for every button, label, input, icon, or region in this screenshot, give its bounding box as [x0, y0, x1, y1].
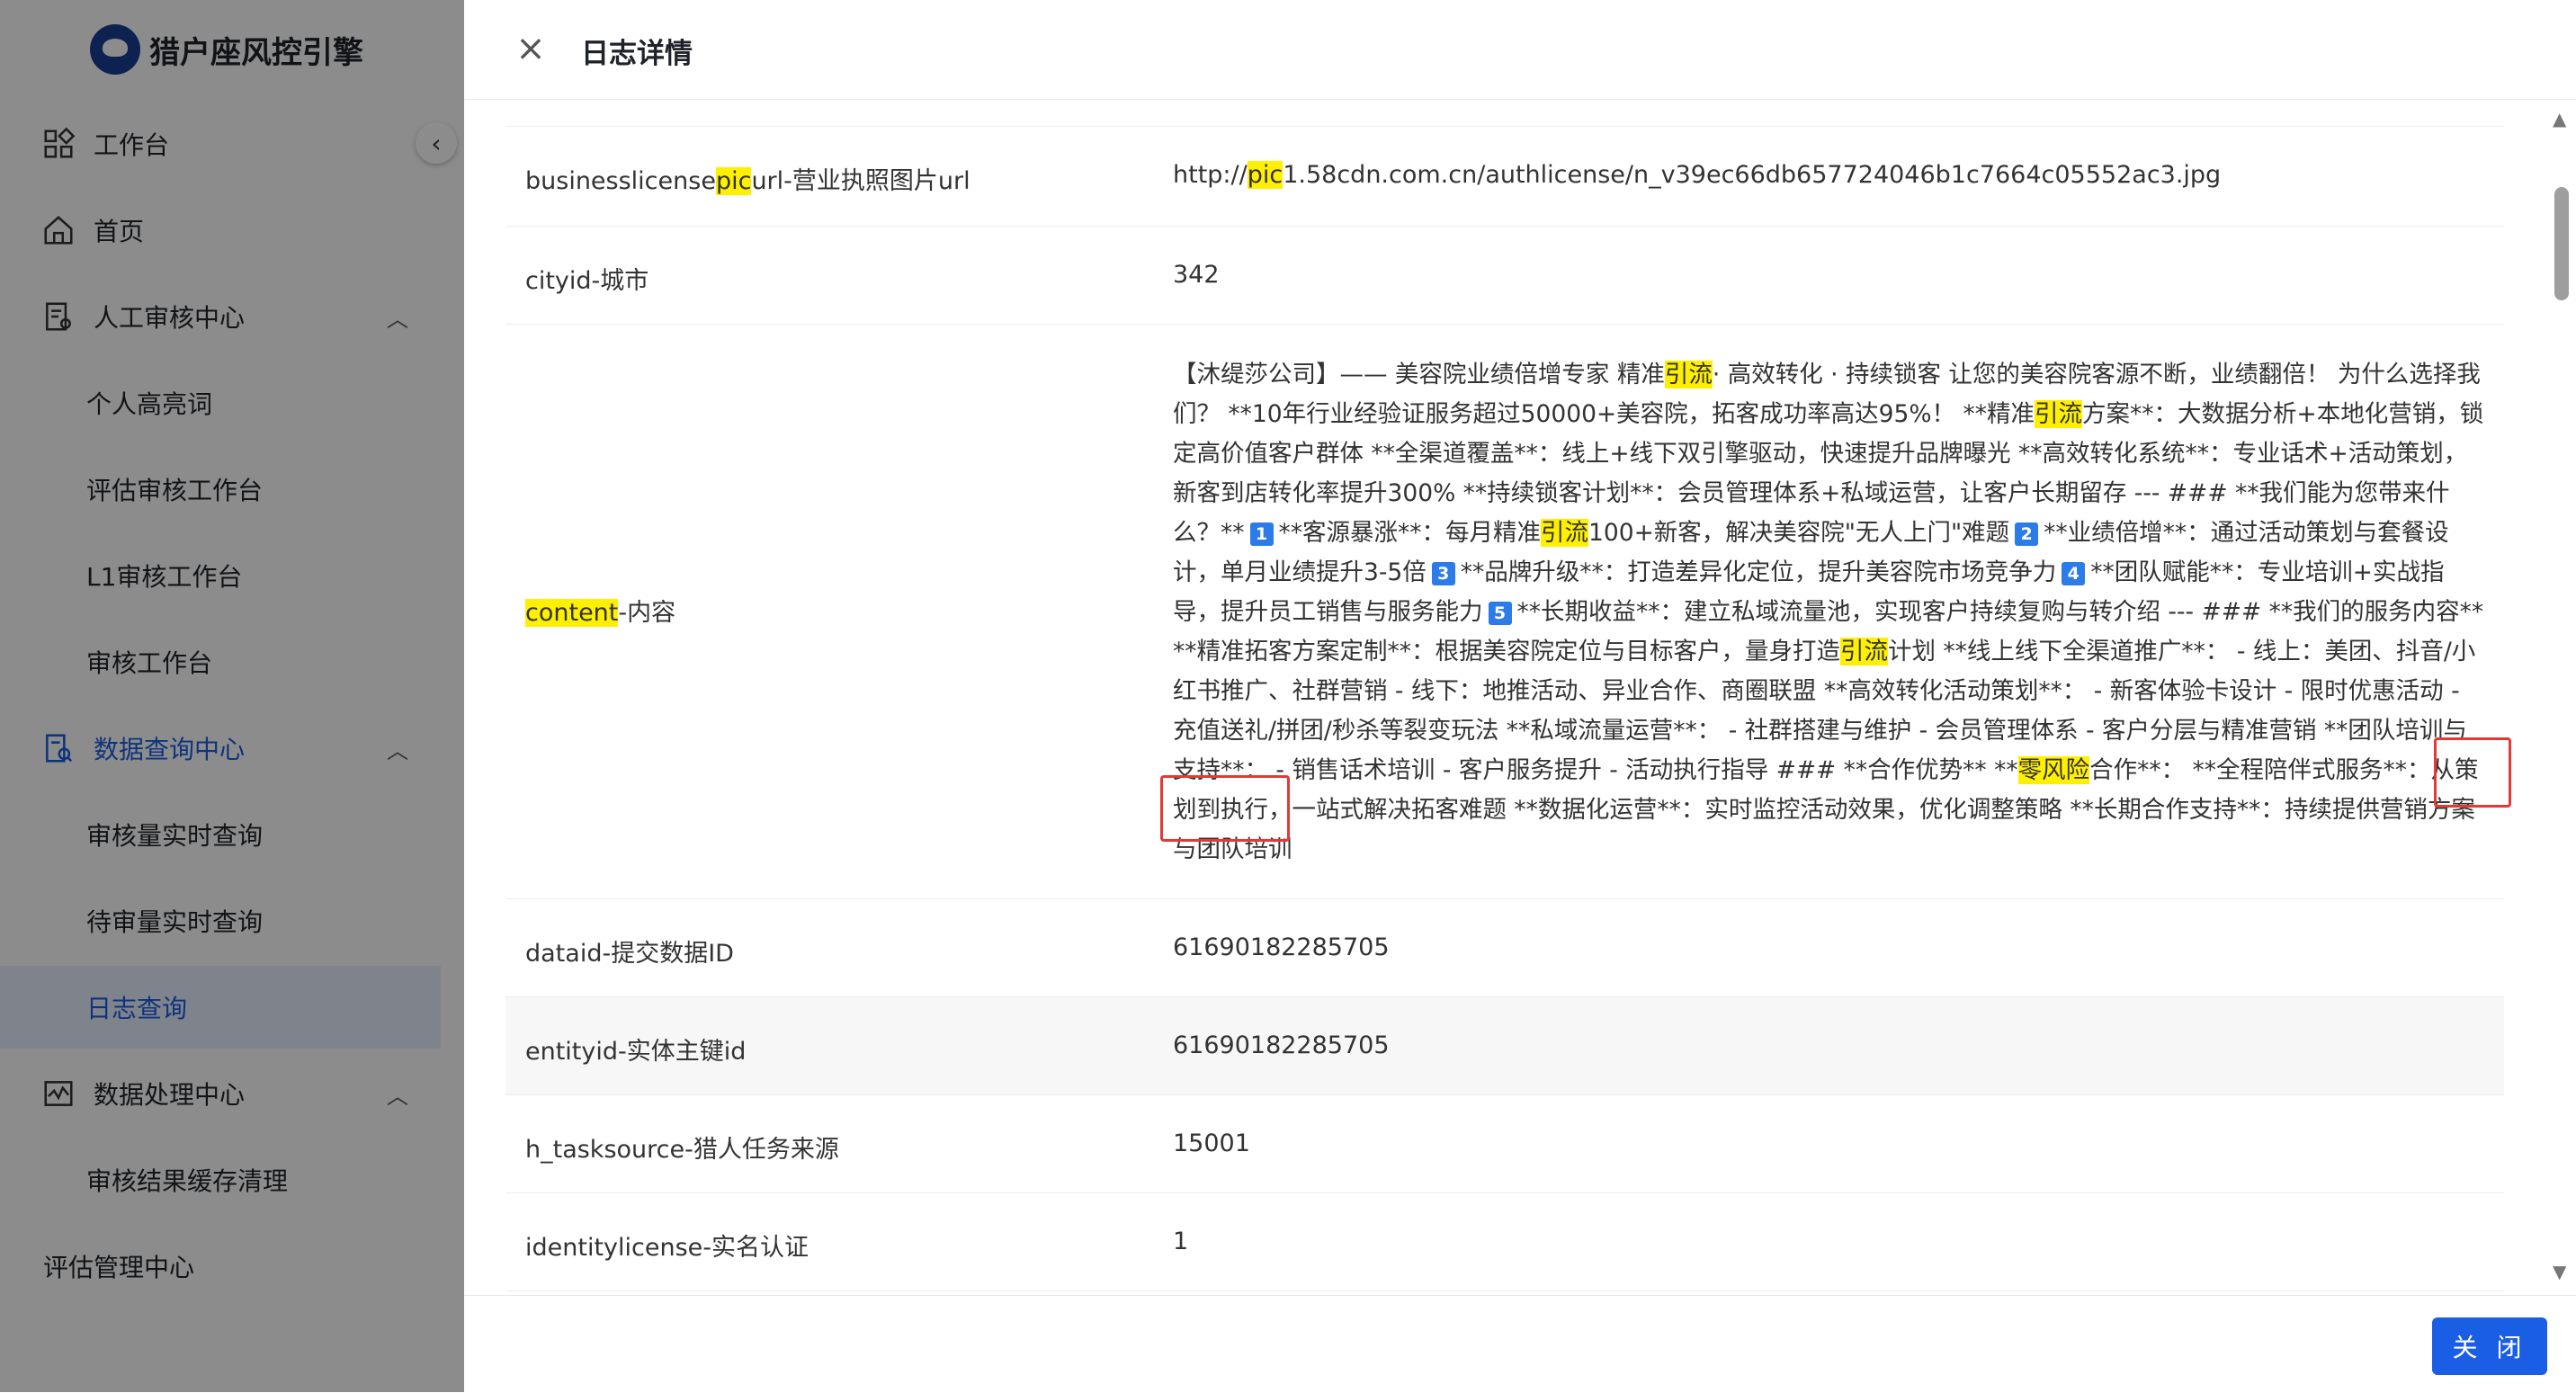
- row-key: dataid-提交数据ID: [525, 940, 734, 968]
- value-text: 1.58cdn.com.cn/authlicense/n_v39ec66db65…: [1283, 161, 2222, 189]
- highlight-word: 引流: [2034, 400, 2082, 428]
- scroll-up-icon[interactable]: ▲: [2553, 108, 2566, 129]
- content-text: 100+新客，解决美容院"无人上门"难题: [1588, 519, 2010, 547]
- row-key: cityid-城市: [525, 267, 649, 295]
- highlight-word: pic: [1247, 161, 1284, 189]
- row-key: businesslicensepicurl-营业执照图片url: [525, 161, 970, 196]
- table-row: content-内容 【沐缇莎公司】—— 美容院业绩倍增专家 精准引流· 高效转…: [505, 325, 2504, 899]
- row-key: entityid-实体主键id: [525, 1038, 747, 1066]
- value-text: http://: [1173, 161, 1248, 189]
- number-badge: 3: [1431, 562, 1455, 585]
- key-text: url-营业执照图片url: [751, 167, 970, 195]
- close-icon[interactable]: ×: [514, 31, 547, 67]
- row-key: identitylicense-实名认证: [525, 1234, 809, 1262]
- annotation-box: [2434, 737, 2511, 808]
- table-row: h_tasksource-猎人任务来源 15001: [505, 1095, 2504, 1193]
- content-text: **品牌升级**：打造差异化定位，提升美容院市场竞争力: [1460, 558, 2057, 586]
- highlight-word-zero-risk: 零风险: [2017, 756, 2090, 784]
- key-text: -内容: [618, 599, 676, 627]
- content-text: **客源暴涨**：每月精准: [1278, 519, 1542, 547]
- number-badge: 4: [2062, 562, 2086, 585]
- row-value: 1: [1173, 1228, 1189, 1255]
- table-row: cityid-城市 342: [505, 227, 2504, 325]
- drawer-header: × 日志详情: [464, 0, 2576, 100]
- row-key: h_tasksource-猎人任务来源: [525, 1136, 839, 1164]
- drawer-footer: 关 闭: [464, 1295, 2576, 1393]
- table-row: dataid-提交数据ID 61690182285705: [505, 899, 2504, 997]
- number-badge: 5: [1488, 602, 1512, 625]
- close-button[interactable]: 关 闭: [2432, 1317, 2547, 1375]
- detail-table: businesslicensepicurl-营业执照图片url http://p…: [505, 126, 2504, 1296]
- row-value: 61690182285705: [1173, 1031, 1390, 1059]
- row-value: 342: [1173, 261, 1220, 289]
- number-badge: 1: [1249, 522, 1274, 546]
- content-text: 【沐缇莎公司】—— 美容院业绩倍增专家 精准: [1173, 361, 1665, 388]
- row-value: http://pic1.58cdn.com.cn/authlicense/n_v…: [1173, 161, 2484, 189]
- table-row: entityid-实体主键id 61690182285705: [505, 997, 2504, 1095]
- scrollbar-thumb[interactable]: [2554, 187, 2569, 300]
- table-row: businesslicensepicurl-营业执照图片url http://p…: [505, 127, 2504, 227]
- key-text: businesslicense: [525, 167, 716, 195]
- table-row: identitylicense-实名认证 1: [505, 1193, 2504, 1291]
- row-key: content-内容: [525, 593, 675, 628]
- log-detail-drawer: × 日志详情 businesslicensepicurl-营业执照图片url h…: [464, 0, 2576, 1393]
- drawer-title: 日志详情: [581, 38, 693, 70]
- highlight-word: pic: [715, 167, 752, 195]
- highlight-word: 引流: [1840, 638, 1888, 665]
- highlight-word: 引流: [1541, 519, 1588, 547]
- row-value: 61690182285705: [1173, 933, 1390, 961]
- row-value: 15001: [1173, 1130, 1250, 1157]
- drawer-overlay-mask[interactable]: [0, 0, 464, 1392]
- scroll-down-icon[interactable]: ▼: [2553, 1261, 2566, 1282]
- highlight-word: 引流: [1664, 361, 1713, 388]
- number-badge: 2: [2015, 522, 2039, 546]
- highlight-word: content: [525, 599, 619, 627]
- content-value: 【沐缇莎公司】—— 美容院业绩倍增专家 精准引流· 高效转化 · 持续锁客 让您…: [1173, 355, 2484, 870]
- annotation-box: [1160, 775, 1290, 842]
